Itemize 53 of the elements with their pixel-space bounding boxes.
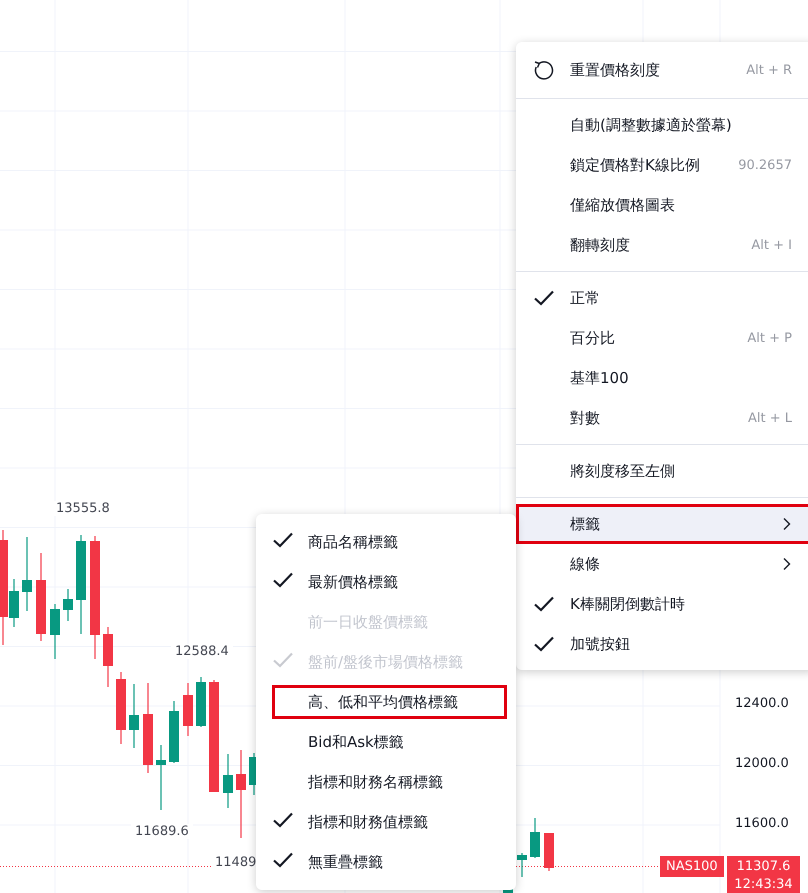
check-icon xyxy=(272,811,294,829)
candle xyxy=(129,684,139,748)
menu-item[interactable]: 百分比 Alt + P xyxy=(516,318,808,358)
price-axis-label: 11600.0 xyxy=(735,816,789,831)
menu-item[interactable]: 正常 xyxy=(516,278,808,318)
menu-item[interactable]: 指標和財務值標籤 xyxy=(272,805,507,839)
chevron-right-icon xyxy=(782,517,792,531)
check-icon xyxy=(272,651,294,669)
menu-item[interactable]: 自動(調整數據適於螢幕) xyxy=(516,105,808,145)
candle xyxy=(183,683,193,736)
candle xyxy=(517,853,527,877)
menu-item[interactable]: 對數 Alt + L xyxy=(516,398,808,438)
candle xyxy=(223,754,233,808)
menu-item[interactable]: 將刻度移至左側 xyxy=(516,451,808,491)
menu-item[interactable]: 翻轉刻度 Alt + I xyxy=(516,225,808,265)
candle xyxy=(116,672,126,744)
candle xyxy=(196,677,206,727)
reset-icon xyxy=(533,59,555,81)
candle xyxy=(169,701,179,763)
candle xyxy=(50,604,60,659)
symbol-badge: NAS100 xyxy=(660,856,724,877)
menu-item[interactable]: 僅縮放價格圖表 xyxy=(516,185,808,225)
check-icon xyxy=(533,635,555,653)
menu-item[interactable]: 線條 xyxy=(516,544,808,584)
menu-item[interactable]: 重置價格刻度 Alt + R xyxy=(516,48,808,92)
chevron-right-icon xyxy=(782,557,792,571)
price-label: 12588.4 xyxy=(171,644,233,659)
menu-item[interactable]: 指標和財務名稱標籤 xyxy=(272,765,507,799)
menu-item[interactable]: 鎖定價格對K線比例 90.2657 xyxy=(516,145,808,185)
candle xyxy=(530,818,540,858)
price-axis-label: 12000.0 xyxy=(735,756,789,771)
check-icon xyxy=(272,851,294,869)
countdown-timer: 12:43:34 xyxy=(733,876,794,893)
menu-item[interactable]: 標籤 xyxy=(516,504,808,544)
last-price: 11307.6 xyxy=(736,858,792,876)
menu-item[interactable]: 無重疊標籤 xyxy=(272,845,507,879)
menu-item[interactable]: 商品名稱標籤 xyxy=(272,525,507,559)
check-icon xyxy=(533,595,555,613)
price-axis-label: 12400.0 xyxy=(735,696,789,711)
menu-item[interactable]: Bid和Ask標籤 xyxy=(272,725,507,759)
candle xyxy=(156,745,166,810)
menu-item[interactable]: K棒關閉倒數計時 xyxy=(516,584,808,624)
menu-item[interactable]: 基準100 xyxy=(516,358,808,398)
menu-item[interactable]: 加號按鈕 xyxy=(516,624,808,664)
check-icon xyxy=(272,571,294,589)
price-label: 11689.6 xyxy=(131,824,193,839)
candle xyxy=(103,627,113,687)
candle xyxy=(63,589,73,621)
menu-item[interactable]: 高、低和平均價格標籤 xyxy=(272,685,507,719)
candle xyxy=(544,833,554,871)
check-icon xyxy=(272,531,294,549)
check-icon xyxy=(533,289,555,307)
menu-item[interactable]: 最新價格標籤 xyxy=(272,565,507,599)
